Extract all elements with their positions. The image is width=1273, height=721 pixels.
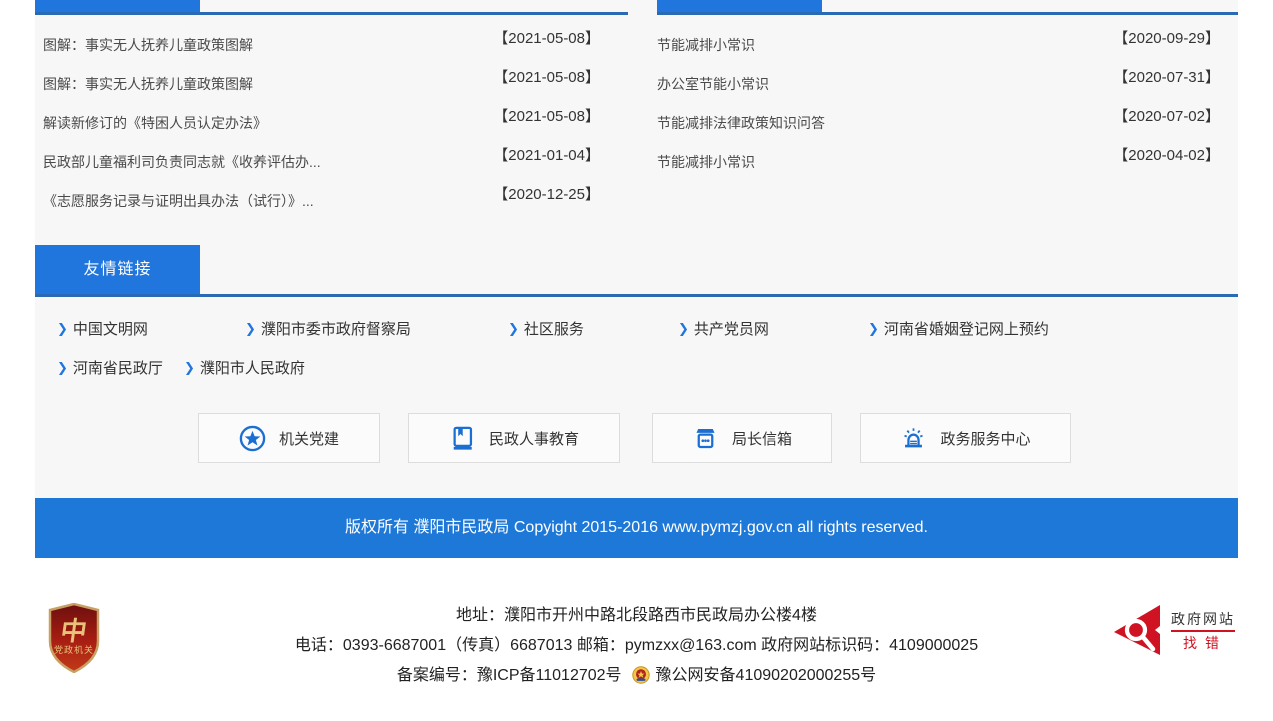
friendly-link-label[interactable]: 河南省民政厅 bbox=[73, 357, 163, 378]
news-row[interactable]: 解读新修订的《特困人员认定办法》 【2021-05-08】 bbox=[35, 103, 628, 142]
chevron-right-icon: ❯ bbox=[57, 321, 68, 337]
news-row[interactable]: 节能减排法律政策知识问答 【2020-07-02】 bbox=[657, 103, 1238, 142]
news-item-date: 【2021-01-04】 bbox=[493, 144, 600, 165]
friendly-link[interactable]: ❯ 濮阳市人民政府 bbox=[184, 357, 305, 378]
personnel-education-button[interactable]: 民政人事教育 bbox=[408, 413, 620, 463]
news-item-date: 【2020-07-02】 bbox=[1113, 105, 1220, 126]
quick-button-label: 政务服务中心 bbox=[940, 428, 1030, 449]
policy-tab-partial[interactable] bbox=[35, 0, 200, 12]
news-item-title[interactable]: 节能减排小常识 bbox=[657, 35, 755, 55]
star-circle-icon bbox=[239, 425, 266, 452]
news-item-date: 【2020-12-25】 bbox=[493, 183, 600, 204]
news-column-energy: 节能减排小常识 【2020-09-29】 办公室节能小常识 【2020-07-3… bbox=[657, 0, 1238, 220]
news-columns: 图解：事实无人抚养儿童政策图解 【2021-05-08】 图解：事实无人抚养儿童… bbox=[35, 0, 1238, 220]
news-item-date: 【2020-09-29】 bbox=[1113, 27, 1220, 48]
news-row[interactable]: 节能减排小常识 【2020-09-29】 bbox=[657, 25, 1238, 64]
chevron-right-icon: ❯ bbox=[868, 321, 879, 337]
friendly-link-label[interactable]: 河南省婚姻登记网上预约 bbox=[884, 318, 1049, 339]
chevron-right-icon: ❯ bbox=[57, 360, 68, 376]
news-item-title[interactable]: 图解：事实无人抚养儿童政策图解 bbox=[43, 74, 253, 94]
quick-buttons-row: 机关党建 民政人事教育 局长信箱 bbox=[35, 413, 1238, 463]
friendly-links-row: ❯ 中国文明网 ❯ 濮阳市委市政府督察局 ❯ 社区服务 ❯ 共产党员网 ❯ 河南省婚姻登记… bbox=[35, 309, 1238, 348]
error-report-line1: 政府网站 bbox=[1171, 610, 1235, 628]
friendly-links-section: 友情链接 ❯ 中国文明网 ❯ 濮阳市委市政府督察局 ❯ 社区服务 ❯ 共产党员网 ❯ 河南… bbox=[35, 245, 1238, 387]
footer-info-section: 中 党政机关 地址：濮阳市开州中路北段路西市民政局办公楼4楼 电话：0393-6… bbox=[0, 558, 1273, 721]
quick-button-label: 民政人事教育 bbox=[489, 428, 579, 449]
page-content: 图解：事实无人抚养儿童政策图解 【2021-05-08】 图解：事实无人抚养儿童… bbox=[35, 0, 1238, 558]
friendly-links-header: 友情链接 bbox=[35, 245, 1238, 297]
footer-address-line: 地址：濮阳市开州中路北段路西市民政局办公楼4楼 bbox=[0, 601, 1273, 631]
policy-news-list: 图解：事实无人抚养儿童政策图解 【2021-05-08】 图解：事实无人抚养儿童… bbox=[35, 25, 628, 220]
news-row[interactable]: 办公室节能小常识 【2020-07-31】 bbox=[657, 64, 1238, 103]
error-report-text: 政府网站 找错 bbox=[1171, 610, 1235, 651]
party-building-button[interactable]: 机关党建 bbox=[198, 413, 380, 463]
news-item-title[interactable]: 节能减排法律政策知识问答 bbox=[657, 113, 825, 133]
gov-service-center-button[interactable]: 政务服务中心 bbox=[860, 413, 1071, 463]
friendly-link[interactable]: ❯ 共产党员网 bbox=[678, 318, 868, 339]
friendly-link[interactable]: ❯ 河南省民政厅 bbox=[57, 357, 184, 378]
gov-shield-label: 党政机关 bbox=[48, 643, 100, 656]
footer-beian-line: 备案编号：豫ICP备11012702号 豫公网安备41090202000255号 bbox=[0, 661, 1273, 695]
friendly-links-row: ❯ 河南省民政厅 ❯ 濮阳市人民政府 bbox=[35, 348, 1238, 387]
friendly-links-tab[interactable]: 友情链接 bbox=[35, 245, 200, 294]
chevron-right-icon: ❯ bbox=[678, 321, 689, 337]
friendly-link-label[interactable]: 中国文明网 bbox=[73, 318, 148, 339]
news-item-title[interactable]: 图解：事实无人抚养儿童政策图解 bbox=[43, 35, 253, 55]
error-report-line2: 找错 bbox=[1171, 635, 1235, 651]
energy-tab-partial[interactable] bbox=[657, 0, 822, 12]
news-item-date: 【2020-04-02】 bbox=[1113, 144, 1220, 165]
news-item-date: 【2021-05-08】 bbox=[493, 105, 600, 126]
director-mailbox-button[interactable]: 局长信箱 bbox=[652, 413, 832, 463]
copyright-text: 版权所有 濮阳市民政局 Copyight 2015-2016 www.pymzj… bbox=[345, 519, 928, 536]
error-report-divider bbox=[1171, 630, 1235, 632]
quick-button-label: 局长信箱 bbox=[732, 428, 792, 449]
beian-label: 备案编号： bbox=[397, 667, 477, 684]
police-beian-link[interactable]: 豫公网安备41090202000255号 bbox=[656, 667, 877, 684]
news-item-date: 【2021-05-08】 bbox=[493, 66, 600, 87]
news-item-date: 【2020-07-31】 bbox=[1113, 66, 1220, 87]
friendly-link[interactable]: ❯ 濮阳市委市政府督察局 bbox=[245, 318, 508, 339]
quick-button-label: 机关党建 bbox=[279, 428, 339, 449]
book-icon bbox=[449, 425, 476, 452]
friendly-link[interactable]: ❯ 中国文明网 bbox=[57, 318, 245, 339]
footer-contact-line: 电话：0393-6687001（传真）6687013 邮箱：pymzxx@163… bbox=[0, 631, 1273, 661]
news-column-policy: 图解：事实无人抚养儿童政策图解 【2021-05-08】 图解：事实无人抚养儿童… bbox=[35, 0, 628, 220]
friendly-link-label[interactable]: 濮阳市委市政府督察局 bbox=[261, 318, 411, 339]
copyright-bar: 版权所有 濮阳市民政局 Copyight 2015-2016 www.pymzj… bbox=[35, 498, 1238, 558]
mailbox-icon bbox=[692, 425, 719, 452]
police-badge-icon bbox=[632, 665, 650, 695]
friendly-link-label[interactable]: 社区服务 bbox=[524, 318, 584, 339]
news-column-energy-header bbox=[657, 0, 1238, 15]
energy-news-list: 节能减排小常识 【2020-09-29】 办公室节能小常识 【2020-07-3… bbox=[657, 25, 1238, 181]
chevron-right-icon: ❯ bbox=[245, 321, 256, 337]
news-item-title[interactable]: 《志愿服务记录与证明出具办法（试行）》... bbox=[43, 191, 314, 211]
gov-site-error-report-badge[interactable]: 政府网站 找错 bbox=[1113, 602, 1235, 658]
chevron-right-icon: ❯ bbox=[508, 321, 519, 337]
magnifier-flag-icon bbox=[1113, 602, 1163, 658]
friendly-link[interactable]: ❯ 河南省婚姻登记网上预约 bbox=[868, 318, 1049, 339]
news-item-title[interactable]: 民政部儿童福利司负责同志就《收养评估办... bbox=[43, 152, 321, 172]
news-item-title[interactable]: 解读新修订的《特困人员认定办法》 bbox=[43, 113, 267, 133]
friendly-links-rows: ❯ 中国文明网 ❯ 濮阳市委市政府督察局 ❯ 社区服务 ❯ 共产党员网 ❯ 河南省婚姻登记… bbox=[35, 297, 1238, 387]
news-item-title[interactable]: 节能减排小常识 bbox=[657, 152, 755, 172]
news-item-date: 【2021-05-08】 bbox=[493, 27, 600, 48]
news-row[interactable]: 图解：事实无人抚养儿童政策图解 【2021-05-08】 bbox=[35, 64, 628, 103]
news-row[interactable]: 《志愿服务记录与证明出具办法（试行）》... 【2020-12-25】 bbox=[35, 181, 628, 220]
news-row[interactable]: 节能减排小常识 【2020-04-02】 bbox=[657, 142, 1238, 181]
chevron-right-icon: ❯ bbox=[184, 360, 195, 376]
gov-agency-badge[interactable]: 中 党政机关 bbox=[48, 603, 100, 673]
friendly-link-label[interactable]: 濮阳市人民政府 bbox=[200, 357, 305, 378]
friendly-link[interactable]: ❯ 社区服务 bbox=[508, 318, 678, 339]
news-row[interactable]: 民政部儿童福利司负责同志就《收养评估办... 【2021-01-04】 bbox=[35, 142, 628, 181]
friendly-link-label[interactable]: 共产党员网 bbox=[694, 318, 769, 339]
news-row[interactable]: 图解：事实无人抚养儿童政策图解 【2021-05-08】 bbox=[35, 25, 628, 64]
news-item-title[interactable]: 办公室节能小常识 bbox=[657, 74, 769, 94]
news-column-policy-header bbox=[35, 0, 628, 15]
icp-beian-link[interactable]: 豫ICP备11012702号 bbox=[477, 667, 622, 684]
siren-icon bbox=[900, 425, 927, 452]
